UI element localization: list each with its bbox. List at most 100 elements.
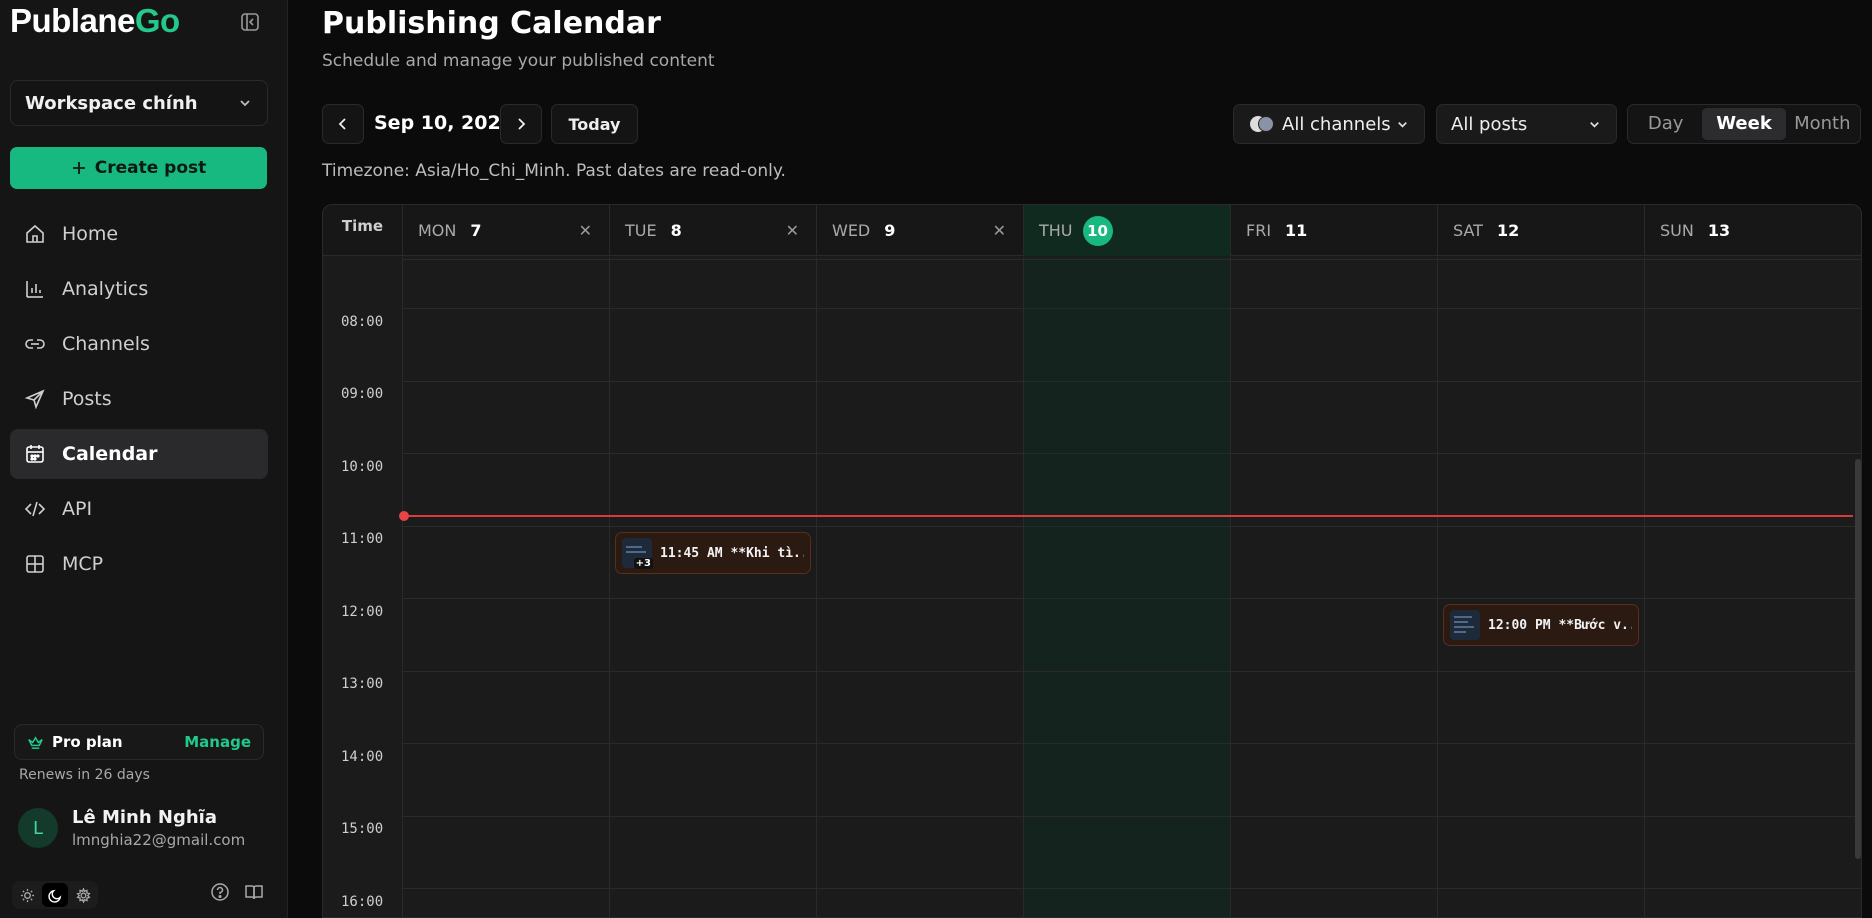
page-subtitle: Schedule and manage your published conte… xyxy=(322,51,715,71)
close-icon: ✕ xyxy=(785,221,799,240)
post-thumbnail xyxy=(1450,610,1480,640)
sidebar-item-label: Calendar xyxy=(62,443,158,465)
send-icon xyxy=(24,389,45,410)
day-header-sun: SUN 13 xyxy=(1645,205,1861,256)
brand-logo[interactable]: PublaneGo xyxy=(10,2,180,40)
next-week-button[interactable] xyxy=(500,104,542,144)
chevron-down-icon xyxy=(240,100,250,107)
day-name: FRI xyxy=(1246,221,1272,240)
docs-book-icon[interactable] xyxy=(244,882,264,902)
grid-icon xyxy=(26,555,44,573)
day-column-thu[interactable] xyxy=(1024,257,1231,917)
sidebar-item-label: Posts xyxy=(62,388,112,410)
today-button[interactable]: Today xyxy=(551,104,638,144)
day-header-fri: FRI 11 xyxy=(1231,205,1438,256)
dark-theme-icon[interactable] xyxy=(42,883,68,907)
event-title: 12:00 PM **Bước v... xyxy=(1488,617,1632,633)
sidebar-item-label: Home xyxy=(62,223,119,245)
day-header-tue: TUE 8 ✕ xyxy=(610,205,817,256)
hour-label: 11:00 xyxy=(341,531,384,547)
user-name: Lê Minh Nghĩa xyxy=(72,807,218,828)
plan-label: Pro plan xyxy=(52,733,123,751)
main-content: Publishing Calendar Schedule and manage … xyxy=(288,0,1872,918)
help-icon[interactable] xyxy=(210,882,230,902)
day-column-mon[interactable] xyxy=(403,257,610,917)
close-icon: ✕ xyxy=(578,221,592,240)
day-number: 9 xyxy=(884,221,896,240)
day-header-mon: MON 7 ✕ xyxy=(403,205,610,256)
sidebar-item-home[interactable]: Home xyxy=(10,209,268,259)
sidebar-item-channels[interactable]: Channels xyxy=(10,319,268,369)
posts-filter[interactable]: All posts xyxy=(1436,104,1617,144)
light-theme-icon[interactable] xyxy=(14,883,40,907)
posts-filter-label: All posts xyxy=(1451,113,1528,135)
calendar-scrollbar[interactable] xyxy=(1855,459,1861,859)
user-profile[interactable]: L Lê Minh Nghĩa lmnghia22@gmail.com xyxy=(18,807,245,849)
system-theme-icon[interactable] xyxy=(70,883,96,907)
today-label: Today xyxy=(568,114,621,134)
collapse-sidebar-icon[interactable] xyxy=(240,12,260,32)
hour-divider xyxy=(403,526,1861,527)
brand-accent: Go xyxy=(134,2,180,39)
home-icon xyxy=(26,224,44,243)
hour-divider xyxy=(403,671,1861,672)
chevron-right-icon xyxy=(518,118,526,130)
hour-label: 13:00 xyxy=(341,676,384,692)
chevron-down-icon xyxy=(1398,121,1407,128)
view-month-button[interactable]: Month xyxy=(1788,108,1857,140)
chevron-left-icon xyxy=(338,118,346,130)
manage-plan-link[interactable]: Manage xyxy=(184,733,251,751)
day-column-fri[interactable] xyxy=(1231,257,1438,917)
channels-filter[interactable]: All channels xyxy=(1233,104,1425,144)
hour-divider xyxy=(403,598,1861,599)
create-post-button[interactable]: Create post xyxy=(10,147,267,189)
hour-label: 16:00 xyxy=(341,894,384,910)
day-name: THU xyxy=(1039,221,1073,240)
view-toggle: Day Week Month xyxy=(1627,104,1861,144)
sidebar-item-analytics[interactable]: Analytics xyxy=(10,264,268,314)
previous-week-button[interactable] xyxy=(322,104,364,144)
hour-label: 15:00 xyxy=(341,821,384,837)
day-column-sat[interactable] xyxy=(1438,257,1645,917)
day-column-wed[interactable] xyxy=(817,257,1024,917)
day-name: SUN xyxy=(1660,221,1694,240)
brand-name: Publane xyxy=(10,2,135,39)
plus-icon xyxy=(72,162,85,174)
sidebar-item-api[interactable]: API xyxy=(10,484,268,534)
calendar-icon xyxy=(26,445,44,463)
hour-divider xyxy=(403,453,1861,454)
scheduled-post-event[interactable]: +3 11:45 AM **Khi tì... xyxy=(615,532,811,574)
user-email: lmnghia22@gmail.com xyxy=(72,831,246,849)
hour-label: 12:00 xyxy=(341,604,384,620)
channels-filter-label: All channels xyxy=(1282,113,1391,135)
crown-icon xyxy=(28,735,43,749)
day-column-tue[interactable] xyxy=(610,257,817,917)
sidebar-item-calendar[interactable]: Calendar xyxy=(10,429,268,479)
link-icon xyxy=(25,339,45,349)
sidebar-item-mcp[interactable]: MCP xyxy=(10,539,268,589)
hour-label: 09:00 xyxy=(341,386,384,402)
hour-divider xyxy=(403,816,1861,817)
view-day-button[interactable]: Day xyxy=(1631,108,1700,140)
avatar: L xyxy=(18,808,58,848)
hour-label: 08:00 xyxy=(341,314,384,330)
day-number: 8 xyxy=(670,221,682,240)
week-calendar: Time MON 7 ✕ TUE 8 ✕ WED 9 ✕ THU 10 FRI xyxy=(322,204,1862,918)
sidebar-item-label: Channels xyxy=(62,333,150,355)
sidebar-footer-icons xyxy=(210,882,264,902)
view-week-button[interactable]: Week xyxy=(1702,108,1786,140)
timezone-note: Timezone: Asia/Ho_Chi_Minh. Past dates a… xyxy=(322,161,786,181)
hour-label: 14:00 xyxy=(341,749,384,765)
scheduled-post-event[interactable]: 12:00 PM **Bước v... xyxy=(1443,604,1639,646)
day-number: 13 xyxy=(1707,221,1731,240)
day-name: MON xyxy=(418,221,457,240)
hour-divider xyxy=(403,381,1861,382)
time-column-header: Time xyxy=(323,205,403,256)
day-column-sun[interactable] xyxy=(1645,257,1861,917)
calendar-grid: 08:00 09:00 10:00 11:00 12:00 13:00 14:0… xyxy=(323,257,1861,917)
day-number: 12 xyxy=(1496,221,1520,240)
plan-card: Pro plan Manage xyxy=(14,724,264,760)
sidebar-item-posts[interactable]: Posts xyxy=(10,374,268,424)
workspace-selector[interactable]: Workspace chính xyxy=(10,80,268,126)
sidebar-item-label: API xyxy=(62,498,93,520)
